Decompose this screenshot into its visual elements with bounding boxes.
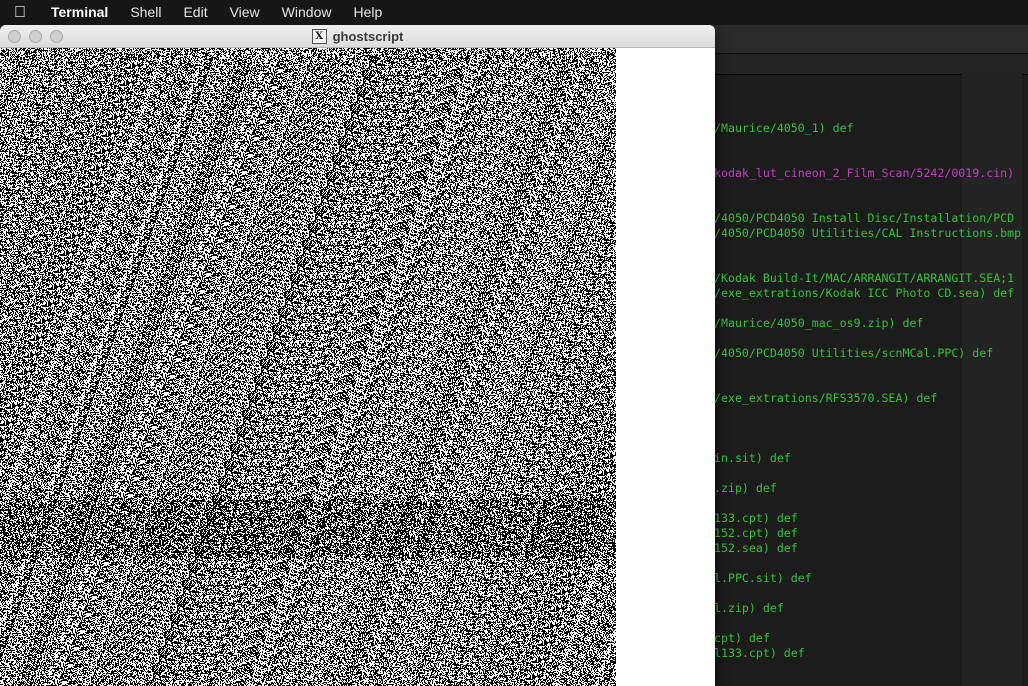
apple-menu-icon[interactable]: : [0, 4, 40, 22]
menu-help[interactable]: Help: [342, 0, 393, 25]
menu-view[interactable]: View: [219, 0, 271, 25]
menu-window[interactable]: Window: [271, 0, 343, 25]
terminal-line: .zip) def: [714, 481, 777, 495]
terminal-line: /Maurice/4050_1) def: [714, 121, 854, 135]
close-window-button[interactable]: [8, 30, 21, 43]
terminal-line: /Maurice/4050_mac_os9.zip) def: [714, 316, 924, 330]
terminal-line: l.PPC.sit) def: [714, 571, 812, 585]
terminal-output[interactable]: /Maurice/4050_1) def kodak_lut_cineon_2_F…: [700, 25, 1028, 686]
minimize-window-button[interactable]: [29, 30, 42, 43]
ghostscript-canvas-area[interactable]: [0, 48, 715, 686]
menu-bar:  Terminal Shell Edit View Window Help: [0, 0, 1028, 25]
terminal-line: 133.cpt) def: [714, 511, 798, 525]
render-noise-canvas[interactable]: [0, 48, 616, 686]
terminal-line: /Kodak Build-It/MAC/ARRANGIT/ARRANGIT.SE…: [714, 271, 1015, 285]
terminal-line: kodak_lut_cineon_2_Film_Scan/5242/0019.c…: [714, 166, 1015, 180]
terminal-line: /exe_extrations/Kodak ICC Photo CD.sea) …: [714, 286, 1015, 300]
terminal-line: l133.cpt) def: [714, 646, 805, 660]
menu-shell[interactable]: Shell: [119, 0, 172, 25]
terminal-line: /exe_extrations/RFS3570.SEA) def: [714, 391, 938, 405]
menu-edit[interactable]: Edit: [172, 0, 218, 25]
terminal-line: cpt) def: [714, 631, 770, 645]
terminal-line: /4050/PCD4050 Utilities/scnMCal.PPC) def: [714, 346, 994, 360]
ghostscript-window[interactable]: X ghostscript: [0, 25, 715, 686]
menu-app-terminal[interactable]: Terminal: [40, 0, 119, 25]
terminal-line: /4050/PCD4050 Install Disc/Installation/…: [714, 211, 1015, 225]
terminal-window[interactable]: /Maurice/4050_1) def kodak_lut_cineon_2_F…: [700, 25, 1028, 686]
window-title-text: ghostscript: [332, 28, 404, 44]
x11-icon: X: [311, 28, 327, 44]
terminal-line: /4050/PCD4050 Utilities/CAL Instructions…: [714, 226, 1022, 240]
window-title: X ghostscript: [311, 28, 404, 44]
zoom-window-button[interactable]: [50, 30, 63, 43]
terminal-line: 152.sea) def: [714, 541, 798, 555]
ghostscript-titlebar[interactable]: X ghostscript: [0, 25, 715, 48]
terminal-line: l.zip) def: [714, 601, 784, 615]
terminal-line: 152.cpt) def: [714, 526, 798, 540]
window-controls: [8, 30, 63, 43]
terminal-line: in.sit) def: [714, 451, 791, 465]
